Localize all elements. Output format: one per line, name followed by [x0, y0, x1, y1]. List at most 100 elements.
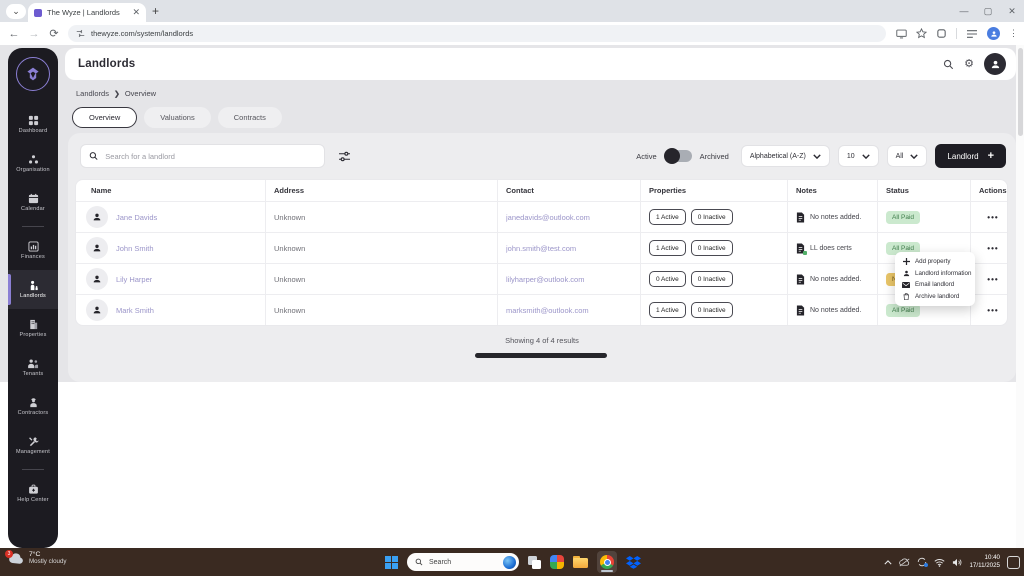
- close-button[interactable]: ✕: [1000, 0, 1024, 22]
- page-scrollbar[interactable]: [1016, 45, 1024, 548]
- sidebar-item-dashboard[interactable]: Dashboard: [8, 105, 58, 144]
- extensions-icon[interactable]: [936, 28, 947, 39]
- browser-tab-strip: ⌄ The Wyze | Landlords ✕ + — ▢ ✕: [0, 0, 1024, 22]
- landlord-name-link[interactable]: Mark Smith: [116, 306, 154, 315]
- menu-item-landlord-information[interactable]: Landlord information: [895, 268, 975, 280]
- sidebar: Dashboard Organisation Calendar: [8, 48, 58, 548]
- dropbox-icon[interactable]: [626, 555, 641, 569]
- speaker-icon[interactable]: [952, 558, 962, 567]
- onedrive-paused-icon[interactable]: [899, 558, 910, 567]
- send-to-device-icon[interactable]: [896, 29, 907, 39]
- row-actions-button[interactable]: •••: [987, 213, 998, 222]
- address-value: Unknown: [274, 275, 305, 284]
- sidebar-item-label: Contractors: [18, 410, 49, 416]
- email-link[interactable]: janedavids@outlook.com: [506, 213, 590, 222]
- tab-valuations[interactable]: Valuations: [144, 107, 210, 128]
- landlord-name-link[interactable]: Lily Harper: [116, 275, 152, 284]
- chrome-taskbar-button[interactable]: [597, 551, 617, 573]
- tab-contracts[interactable]: Contracts: [218, 107, 282, 128]
- browser-profile-avatar[interactable]: [987, 27, 1000, 40]
- breadcrumb-parent[interactable]: Landlords: [76, 89, 109, 98]
- clock[interactable]: 10:40 17/11/2025: [969, 554, 1000, 571]
- chevron-down-icon: ⌄: [12, 6, 20, 17]
- search-icon[interactable]: [943, 59, 954, 70]
- column-header: Notes: [787, 180, 877, 201]
- file-explorer-icon[interactable]: [573, 556, 588, 568]
- sidebar-divider: [22, 226, 44, 227]
- sidebar-item-organisation[interactable]: Organisation: [8, 144, 58, 183]
- chevron-up-icon[interactable]: [884, 560, 892, 565]
- address-value: Unknown: [274, 213, 305, 222]
- landlord-name-link[interactable]: John Smith: [116, 244, 154, 253]
- landlord-name-link[interactable]: Jane Davids: [116, 213, 157, 222]
- bookmark-star-icon[interactable]: [916, 28, 927, 39]
- maximize-button[interactable]: ▢: [976, 0, 1000, 22]
- sidebar-item-landlords[interactable]: Landlords: [8, 270, 58, 309]
- sort-value: Alphabetical (A-Z): [750, 153, 806, 160]
- sync-tray-icon[interactable]: [917, 557, 927, 567]
- scope-select[interactable]: All: [887, 145, 928, 167]
- forward-button[interactable]: →: [24, 28, 44, 40]
- filter-row: Active Archived Alphabetical (A-Z) 10: [80, 144, 1006, 168]
- address-bar[interactable]: thewyze.com/system/landlords: [68, 25, 886, 42]
- filter-sliders-icon[interactable]: [338, 151, 351, 162]
- back-button[interactable]: ←: [4, 28, 24, 40]
- active-properties-button[interactable]: 1 Active: [649, 209, 686, 225]
- task-view-button[interactable]: [528, 556, 541, 569]
- active-properties-button[interactable]: 1 Active: [649, 240, 686, 256]
- inactive-properties-button[interactable]: 0 Inactive: [691, 240, 733, 256]
- reload-button[interactable]: ⟳: [44, 27, 64, 40]
- contractor-icon: [28, 397, 39, 408]
- sidebar-item-management[interactable]: Management: [8, 426, 58, 465]
- start-button[interactable]: [385, 556, 398, 569]
- gear-icon[interactable]: ⚙: [964, 59, 974, 70]
- inactive-properties-button[interactable]: 0 Inactive: [691, 302, 733, 318]
- page-size-select[interactable]: 10: [838, 145, 879, 167]
- tab-close-icon[interactable]: ✕: [132, 7, 140, 18]
- tab-overview[interactable]: Overview: [72, 107, 137, 128]
- new-tab-button[interactable]: +: [152, 4, 159, 18]
- sidebar-item-finances[interactable]: Finances: [8, 231, 58, 270]
- notification-center-icon[interactable]: [1007, 556, 1020, 569]
- email-link[interactable]: lilyharper@outlook.com: [506, 275, 584, 284]
- search-input[interactable]: [105, 152, 316, 161]
- inactive-properties-button[interactable]: 0 Inactive: [691, 209, 733, 225]
- taskbar-search[interactable]: Search: [407, 553, 519, 571]
- landlord-search-box[interactable]: [80, 144, 325, 168]
- reading-list-icon[interactable]: [966, 29, 978, 39]
- wifi-icon[interactable]: [934, 558, 945, 567]
- active-archived-toggle[interactable]: [665, 150, 692, 162]
- browser-menu-icon[interactable]: ⋮: [1009, 28, 1018, 39]
- main-panel: Active Archived Alphabetical (A-Z) 10: [68, 133, 1016, 382]
- add-landlord-button[interactable]: Landlord +: [935, 144, 1006, 168]
- menu-item-add-property[interactable]: Add property: [895, 256, 975, 268]
- menu-item-archive-landlord[interactable]: Archive landlord: [895, 291, 975, 303]
- sidebar-item-help-center[interactable]: Help Center: [8, 474, 58, 513]
- browser-tab[interactable]: The Wyze | Landlords ✕: [28, 3, 146, 22]
- email-link[interactable]: marksmith@outlook.com: [506, 306, 589, 315]
- sidebar-item-calendar[interactable]: Calendar: [8, 183, 58, 222]
- row-actions-button[interactable]: •••: [987, 244, 998, 253]
- store-icon[interactable]: [550, 555, 564, 569]
- user-avatar[interactable]: [984, 53, 1006, 75]
- app-logo[interactable]: [16, 57, 50, 91]
- weather-widget[interactable]: 3 7°C Mostly cloudy: [8, 551, 66, 565]
- row-actions-button[interactable]: •••: [987, 306, 998, 315]
- minimize-button[interactable]: —: [952, 0, 976, 22]
- sidebar-item-properties[interactable]: Properties: [8, 309, 58, 348]
- active-properties-button[interactable]: 1 Active: [649, 302, 686, 318]
- sidebar-item-contractors[interactable]: Contractors: [8, 387, 58, 426]
- copilot-icon[interactable]: [503, 556, 516, 569]
- email-link[interactable]: john.smith@test.com: [506, 244, 576, 253]
- menu-item-email-landlord[interactable]: Email landlord: [895, 279, 975, 291]
- tab-search-button[interactable]: ⌄: [6, 4, 26, 19]
- inactive-properties-button[interactable]: 0 Inactive: [691, 271, 733, 287]
- row-actions-button[interactable]: •••: [987, 275, 998, 284]
- chrome-icon: [600, 555, 614, 569]
- sidebar-item-tenants[interactable]: Tenants: [8, 348, 58, 387]
- row-context-menu: Add property Landlord information Email …: [895, 252, 975, 306]
- sort-select[interactable]: Alphabetical (A-Z): [741, 145, 830, 167]
- active-properties-button[interactable]: 0 Active: [649, 271, 686, 287]
- horizontal-scrollbar[interactable]: [475, 353, 607, 358]
- scope-value: All: [896, 153, 904, 160]
